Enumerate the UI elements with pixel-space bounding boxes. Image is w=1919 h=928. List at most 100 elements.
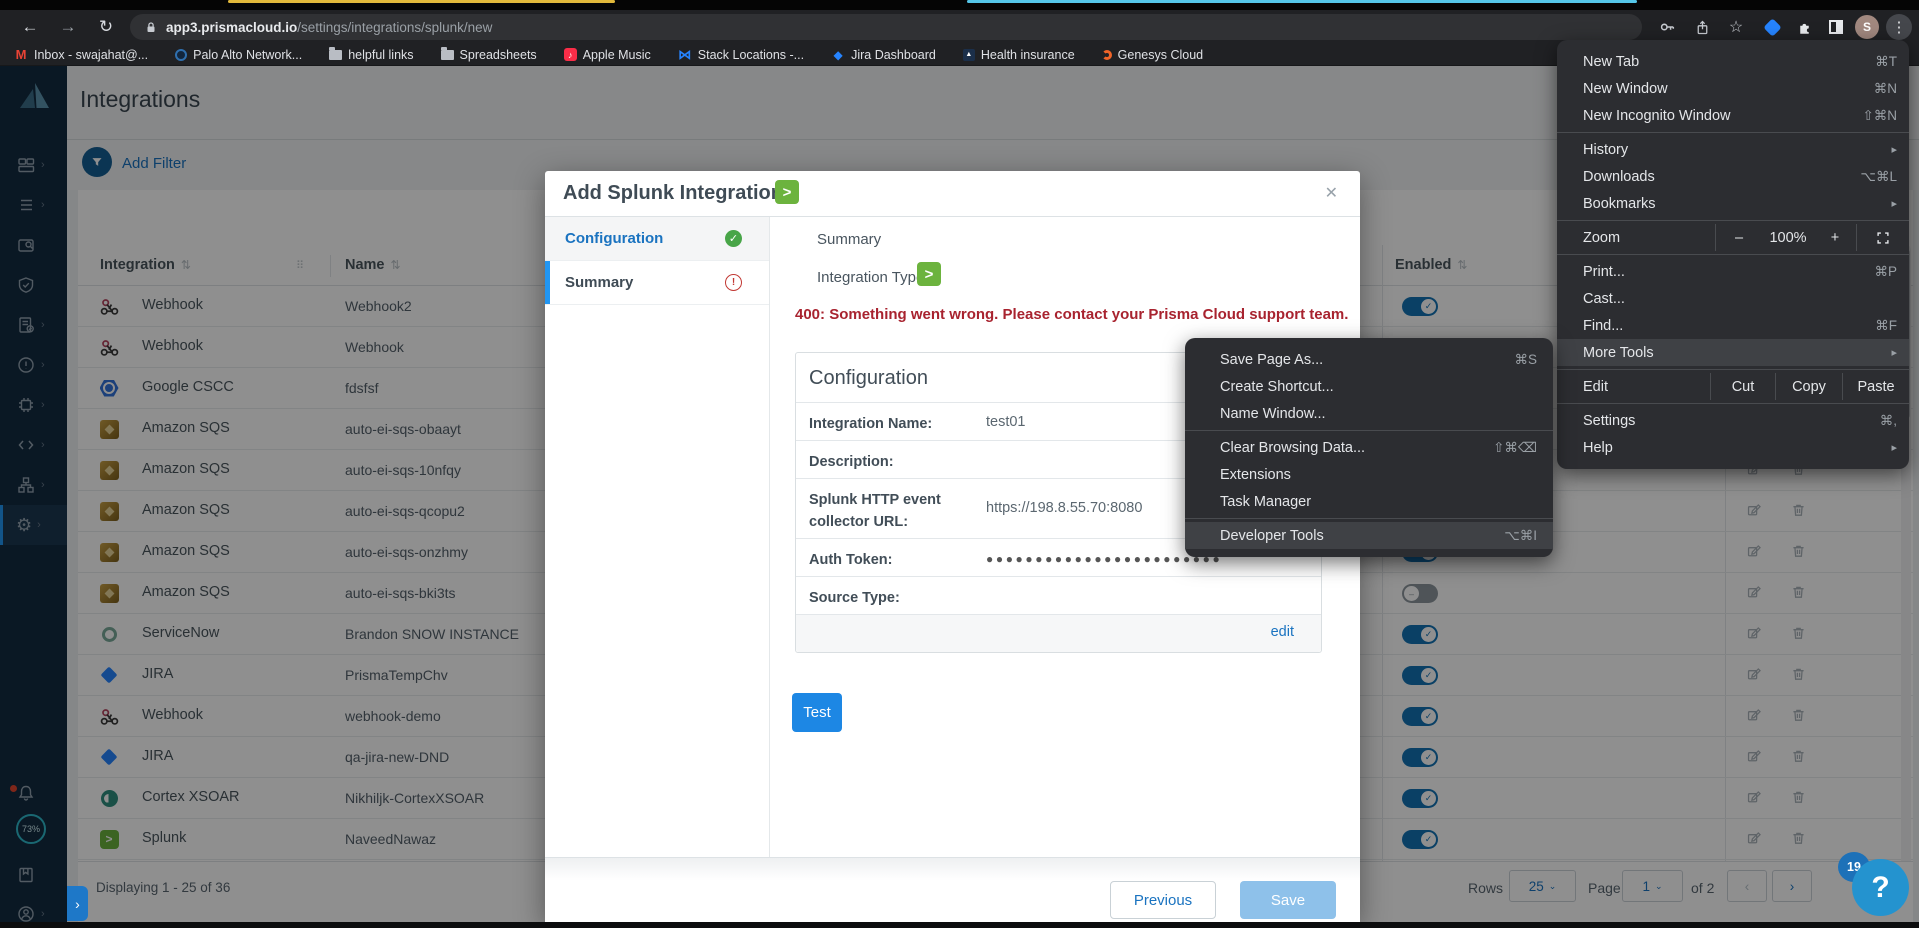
more-tools-submenu: Save Page As... ⌘S Create Shortcut... Na… bbox=[1185, 338, 1553, 557]
zoom-out-button[interactable]: – bbox=[1715, 224, 1762, 251]
zoom-level: 100% bbox=[1762, 224, 1814, 251]
menu-item-clear-browsing-data[interactable]: Clear Browsing Data... ⇧⌘⌫ bbox=[1185, 434, 1553, 461]
menu-item-print[interactable]: Print... ⌘P bbox=[1557, 258, 1909, 285]
music-icon: ♪ bbox=[564, 48, 577, 61]
field-label: Auth Token: bbox=[809, 549, 969, 571]
url-path: /settings/integrations/splunk/new bbox=[297, 20, 492, 35]
field-label: Source Type: bbox=[809, 587, 969, 609]
menu-item-find[interactable]: Find... ⌘F bbox=[1557, 312, 1909, 339]
menu-item-developer-tools[interactable]: Developer Tools ⌥⌘I bbox=[1185, 522, 1553, 549]
field-label: Description: bbox=[809, 451, 969, 473]
test-button[interactable]: Test bbox=[792, 693, 842, 732]
menu-item-create-shortcut[interactable]: Create Shortcut... bbox=[1185, 373, 1553, 400]
card-footer: edit bbox=[796, 614, 1321, 652]
tab-group-cyan bbox=[967, 0, 1637, 3]
fullscreen-icon[interactable] bbox=[1856, 224, 1909, 251]
help-button[interactable]: ? bbox=[1852, 859, 1909, 916]
edit-cut-button[interactable]: Cut bbox=[1710, 373, 1775, 400]
bookmark-item[interactable]: Genesys Cloud bbox=[1102, 48, 1203, 62]
side-panel-icon[interactable] bbox=[1824, 15, 1848, 39]
genesys-icon bbox=[1102, 50, 1112, 60]
forward-icon[interactable]: → bbox=[52, 10, 84, 44]
back-icon[interactable]: ← bbox=[14, 10, 46, 44]
window-bottom-edge bbox=[0, 922, 1919, 928]
step-error-icon: ! bbox=[725, 274, 742, 291]
error-message: 400: Something went wrong. Please contac… bbox=[795, 306, 1348, 323]
menu-item-new-incognito-window[interactable]: New Incognito Window ⇧⌘N bbox=[1557, 102, 1909, 129]
palo-icon bbox=[175, 49, 187, 61]
bowtie-icon: ⋈ bbox=[678, 48, 692, 62]
folder-icon bbox=[441, 50, 454, 60]
submenu-arrow-icon: ▸ bbox=[1891, 197, 1897, 210]
bookmark-item[interactable]: ◆ Jira Dashboard bbox=[831, 48, 936, 62]
menu-item-zoom[interactable]: Zoom – 100% + bbox=[1557, 224, 1909, 251]
menu-item-settings[interactable]: Settings ⌘, bbox=[1557, 407, 1909, 434]
menu-item-extensions[interactable]: Extensions bbox=[1185, 461, 1553, 488]
submenu-arrow-icon: ▸ bbox=[1891, 346, 1897, 359]
close-icon[interactable]: ✕ bbox=[1325, 183, 1338, 203]
jira-extension-icon[interactable] bbox=[1760, 15, 1784, 39]
avatar[interactable]: S bbox=[1855, 15, 1879, 39]
submenu-arrow-icon: ▸ bbox=[1891, 143, 1897, 156]
submenu-arrow-icon: ▸ bbox=[1891, 441, 1897, 454]
menu-item-history[interactable]: History ▸ bbox=[1557, 136, 1909, 163]
field-value: https://198.8.55.70:8080 bbox=[986, 500, 1142, 516]
menu-item-save-page-as[interactable]: Save Page As... ⌘S bbox=[1185, 346, 1553, 373]
menu-item-help[interactable]: Help ▸ bbox=[1557, 434, 1909, 461]
url-bar[interactable]: app3.prismacloud.io/settings/integration… bbox=[130, 14, 1642, 40]
bookmark-item[interactable]: Palo Alto Network... bbox=[175, 48, 302, 62]
summary-heading: Summary bbox=[817, 231, 881, 248]
step-done-icon: ✓ bbox=[725, 230, 742, 247]
summary-field-row: Source Type: bbox=[796, 576, 1321, 614]
step-configuration[interactable]: Configuration ✓ bbox=[545, 217, 769, 261]
modal-stepper: Configuration ✓ Summary ! bbox=[545, 217, 770, 857]
extensions-puzzle-icon[interactable] bbox=[1792, 15, 1816, 39]
bookmark-star-icon[interactable]: ☆ bbox=[1724, 15, 1748, 39]
bookmark-item[interactable]: helpful links bbox=[329, 48, 413, 62]
step-summary[interactable]: Summary ! bbox=[545, 261, 769, 305]
modal-header: Add Splunk Integration > ✕ bbox=[545, 171, 1360, 217]
edit-link[interactable]: edit bbox=[1271, 624, 1294, 640]
bookmark-item[interactable]: ⋈ Stack Locations -... bbox=[678, 48, 804, 62]
tab-strip bbox=[0, 0, 1919, 10]
menu-item-name-window[interactable]: Name Window... bbox=[1185, 400, 1553, 427]
password-key-icon[interactable] bbox=[1655, 15, 1679, 39]
folder-icon bbox=[329, 50, 342, 60]
menu-item-new-window[interactable]: New Window ⌘N bbox=[1557, 75, 1909, 102]
menu-item-edit: Edit Cut Copy Paste bbox=[1557, 373, 1909, 400]
menu-item-downloads[interactable]: Downloads ⌥⌘L bbox=[1557, 163, 1909, 190]
bookmark-item[interactable]: ♪ Apple Music bbox=[564, 48, 651, 62]
field-label: Integration Name: bbox=[809, 413, 969, 435]
health-icon: ▲ bbox=[963, 49, 975, 61]
menu-item-cast[interactable]: Cast... bbox=[1557, 285, 1909, 312]
sidebar-expand-chevron[interactable]: › bbox=[67, 886, 88, 921]
browser-menu-kebab-icon[interactable]: ⋮ bbox=[1886, 14, 1912, 40]
integration-type-label: Integration Type bbox=[817, 269, 924, 286]
menu-item-new-tab[interactable]: New Tab ⌘T bbox=[1557, 48, 1909, 75]
menu-item-bookmarks[interactable]: Bookmarks ▸ bbox=[1557, 190, 1909, 217]
jira-icon: ◆ bbox=[831, 48, 845, 62]
save-button[interactable]: Save bbox=[1240, 881, 1336, 919]
tab-group-yellow bbox=[228, 0, 615, 3]
zoom-in-button[interactable]: + bbox=[1814, 224, 1856, 251]
menu-item-task-manager[interactable]: Task Manager bbox=[1185, 488, 1553, 515]
browser-toolbar: ← → ↻ app3.prismacloud.io/settings/integ… bbox=[0, 10, 1919, 44]
bookmark-item[interactable]: M Inbox - swajahat@... bbox=[14, 48, 148, 62]
bookmark-item[interactable]: ▲ Health insurance bbox=[963, 48, 1075, 62]
edit-paste-button[interactable]: Paste bbox=[1842, 373, 1909, 400]
field-value: ●●●●●●●●●●●●●●●●●●●●●●●● bbox=[986, 552, 1222, 566]
gmail-icon: M bbox=[14, 48, 28, 62]
menu-item-more-tools[interactable]: More Tools ▸ bbox=[1557, 339, 1909, 366]
lock-icon bbox=[144, 20, 158, 35]
previous-button[interactable]: Previous bbox=[1110, 881, 1216, 919]
edit-copy-button[interactable]: Copy bbox=[1775, 373, 1842, 400]
field-value: test01 bbox=[986, 414, 1026, 430]
url-host: app3.prismacloud.io bbox=[166, 20, 297, 35]
modal-footer: Previous Save bbox=[545, 857, 1360, 922]
share-icon[interactable] bbox=[1690, 15, 1714, 39]
bookmark-item[interactable]: Spreadsheets bbox=[441, 48, 537, 62]
modal-title: Add Splunk Integration > bbox=[563, 182, 783, 205]
screen: ← → ↻ app3.prismacloud.io/settings/integ… bbox=[0, 0, 1919, 928]
browser-main-menu: New Tab ⌘T New Window ⌘N New Incognito W… bbox=[1557, 40, 1909, 469]
reload-icon[interactable]: ↻ bbox=[90, 10, 122, 44]
